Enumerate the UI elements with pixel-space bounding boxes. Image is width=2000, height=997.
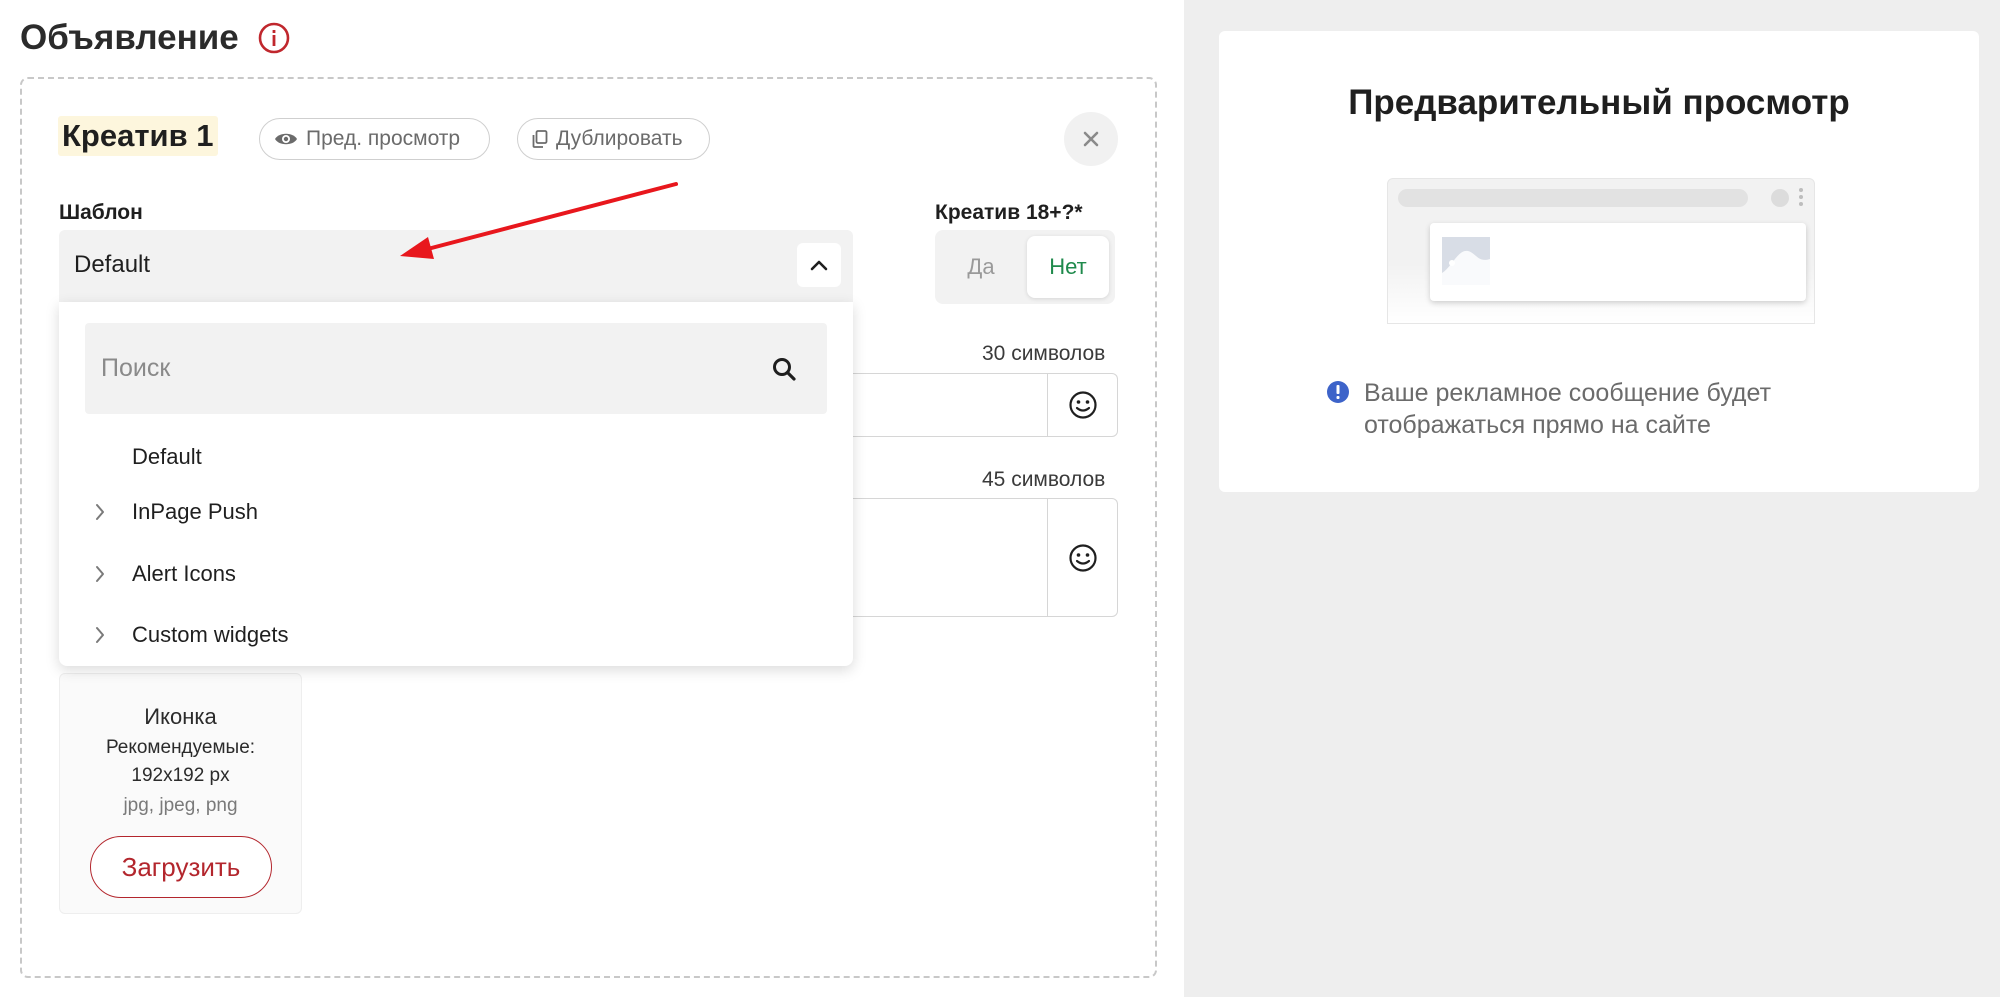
preview-panel: Предварительный просмотр Ваше рекламное … [1184, 0, 2000, 997]
description-char-counter: 45 символов [982, 468, 1106, 491]
icon-upload-title: Иконка [144, 704, 217, 729]
icon-upload-formats: jpg, jpeg, png [123, 795, 238, 816]
template-option-label: InPage Push [132, 499, 258, 524]
template-dropdown-menu: Default InPage Push Alert Icons Custom w… [59, 302, 853, 666]
section-header: Объявление [20, 18, 291, 58]
title-char-counter: 30 символов [982, 342, 1106, 365]
template-option-label: Custom widgets [132, 622, 289, 647]
upload-button[interactable]: Загрузить [90, 836, 272, 898]
template-label: Шаблон [59, 201, 143, 224]
adult-label: Креатив 18+?* [935, 201, 1083, 224]
copy-icon [532, 130, 548, 148]
duplicate-button-label: Дублировать [556, 127, 683, 150]
close-icon [1083, 131, 1099, 147]
template-option-custom-widgets[interactable]: Custom widgets [59, 613, 853, 657]
eye-icon [275, 133, 297, 145]
template-option-label: Default [132, 444, 202, 469]
icon-upload-size: 192x192 px [131, 765, 230, 786]
icon-upload-box: Иконка Рекомендуемые: 192x192 px jpg, jp… [59, 673, 302, 914]
info-icon[interactable] [257, 21, 291, 55]
chevron-up-icon [810, 260, 828, 271]
template-option-inpage-push[interactable]: InPage Push [59, 490, 853, 534]
search-icon[interactable] [771, 356, 797, 382]
preview-note-text: Ваше рекламное сообщение будет отображат… [1364, 379, 1772, 439]
chevron-right-icon[interactable] [94, 626, 106, 644]
template-option-label: Alert Icons [132, 561, 236, 586]
preview-card: Предварительный просмотр Ваше рекламное … [1219, 31, 1979, 492]
remove-creative-button[interactable] [1064, 112, 1118, 166]
browser-menu-icon [1799, 188, 1803, 208]
chevron-right-icon[interactable] [94, 503, 106, 521]
adult-toggle: Да Нет [935, 230, 1115, 304]
smile-icon [1068, 391, 1097, 419]
ad-editor-panel: Объявление Креатив 1 Пред. просмотр Дубл… [0, 0, 1184, 997]
preview-button-label: Пред. просмотр [306, 127, 461, 150]
template-search-box [85, 323, 827, 414]
description-emoji-button[interactable] [1047, 499, 1117, 616]
smile-icon [1068, 543, 1097, 572]
adult-no-option[interactable]: Нет [1027, 236, 1109, 298]
description-input[interactable] [840, 498, 1118, 617]
creative-title: Креатив 1 [58, 116, 218, 156]
title-input[interactable] [840, 373, 1118, 437]
browser-address-bar [1398, 189, 1748, 207]
browser-mockup [1387, 178, 1815, 324]
push-notification-mock [1430, 223, 1806, 301]
template-search-input[interactable] [101, 345, 721, 391]
annotation-arrow [400, 182, 678, 259]
preview-title: Предварительный просмотр [1348, 83, 1850, 122]
chevron-right-icon[interactable] [94, 565, 106, 583]
section-title: Объявление [20, 18, 239, 57]
template-selected-value: Default [74, 251, 151, 278]
duplicate-button[interactable]: Дублировать [517, 118, 710, 160]
adult-yes-option[interactable]: Да [935, 230, 1027, 304]
template-option-alert-icons[interactable]: Alert Icons [59, 552, 853, 596]
title-emoji-button[interactable] [1047, 374, 1117, 436]
collapse-dropdown-button[interactable] [797, 243, 841, 287]
image-placeholder-icon [1442, 237, 1490, 285]
preview-note: Ваше рекламное сообщение будет отображат… [1326, 377, 1886, 441]
info-icon [1327, 381, 1349, 403]
preview-button[interactable]: Пред. просмотр [259, 118, 490, 160]
template-option-default[interactable]: Default [59, 435, 853, 479]
browser-dot [1771, 189, 1789, 207]
icon-upload-recommended: Рекомендуемые: [105, 737, 256, 758]
